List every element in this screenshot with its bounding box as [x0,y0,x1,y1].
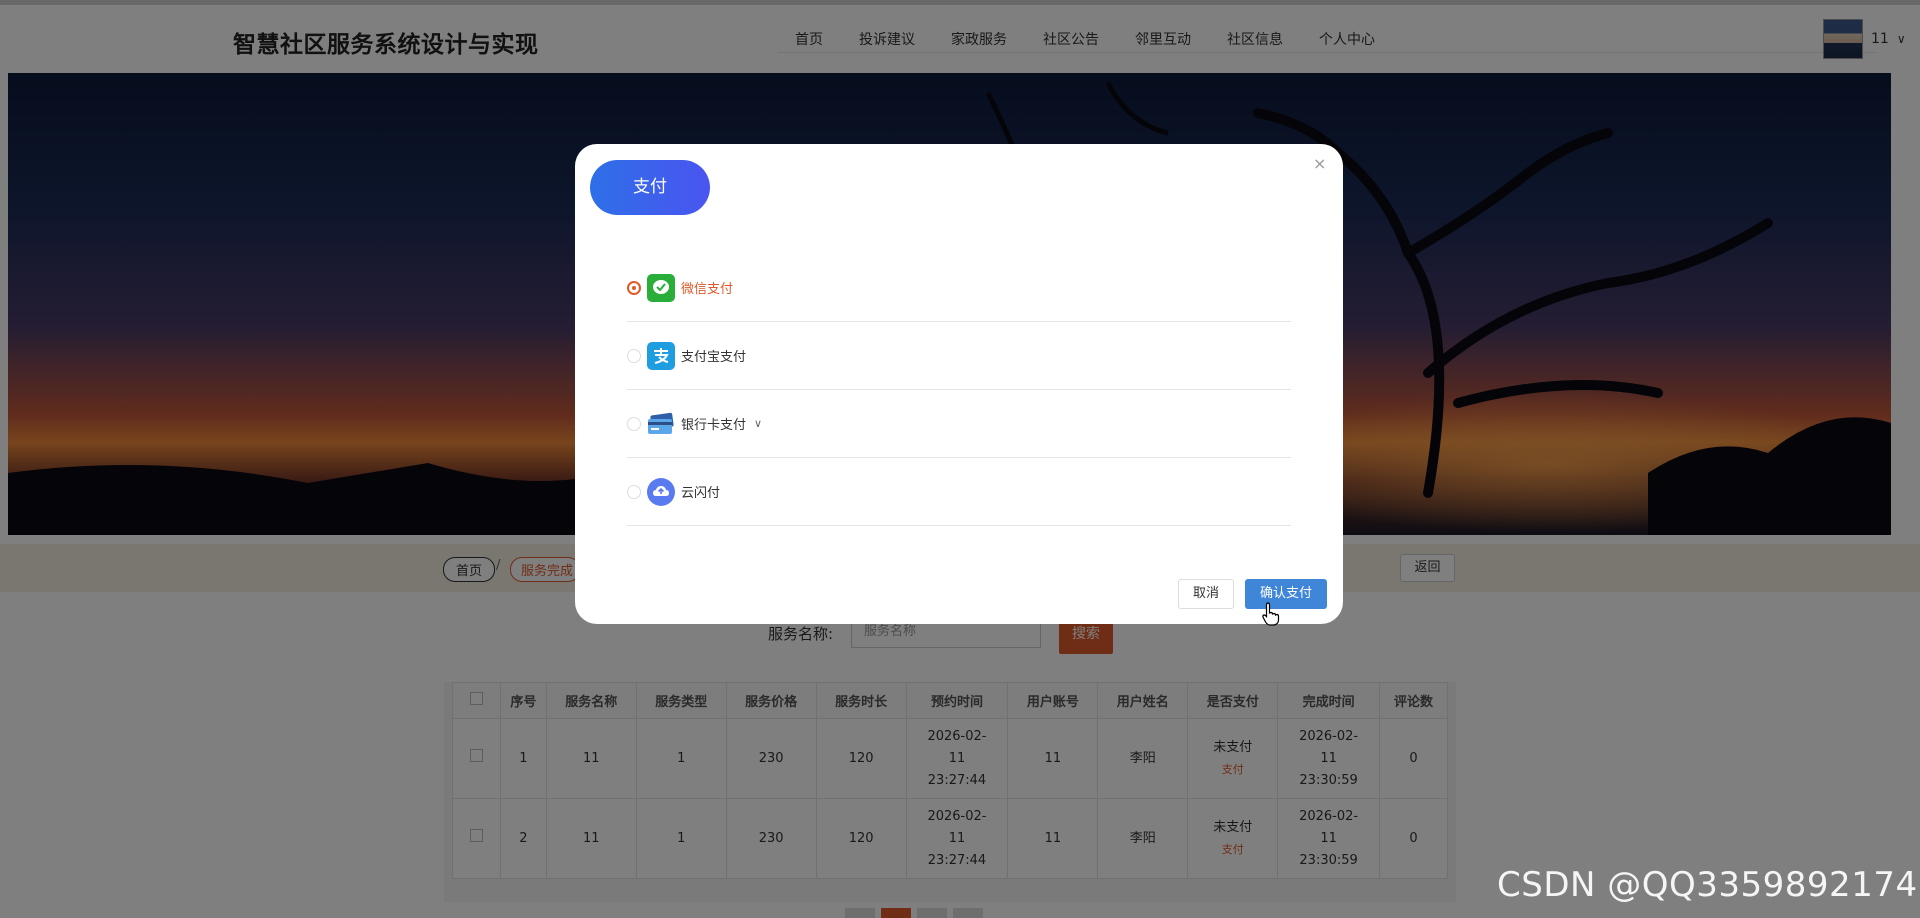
dialog-title: 支付 [590,160,710,215]
bank-card-icon [647,410,675,438]
payment-method-wechat[interactable]: 微信支付 [627,254,1291,322]
payment-method-cloudpay[interactable]: 云闪付 [627,458,1291,526]
unionpay-cloud-icon [647,477,675,506]
cancel-button[interactable]: 取消 [1178,579,1234,609]
wechat-pay-icon [647,273,675,302]
method-label: 微信支付 [681,282,734,297]
method-label: 银行卡支付 [681,418,747,433]
hand-cursor-icon [1262,602,1280,626]
payment-method-alipay[interactable]: 支付宝支付 [627,322,1291,390]
radio-alipay[interactable] [627,348,641,363]
close-icon[interactable]: × [1313,154,1326,173]
watermark: CSDN @QQ3359892174 [1497,865,1918,905]
payment-methods: 微信支付 支付宝支付 银行卡支付 ∨ 云闪付 [627,254,1291,526]
method-label: 支付宝支付 [681,350,747,365]
confirm-pay-button[interactable]: 确认支付 [1245,579,1327,609]
alipay-icon [647,341,675,370]
chevron-down-icon[interactable]: ∨ [754,417,762,430]
radio-cloudpay[interactable] [627,484,641,499]
method-label: 云闪付 [681,486,721,501]
payment-dialog: 支付 × 微信支付 支付宝支付 银行卡支付 ∨ 云闪付 取消 确认支付 [575,144,1343,624]
radio-wechat[interactable] [627,280,641,295]
payment-method-bank[interactable]: 银行卡支付 ∨ [627,390,1291,458]
radio-bank[interactable] [627,416,641,431]
